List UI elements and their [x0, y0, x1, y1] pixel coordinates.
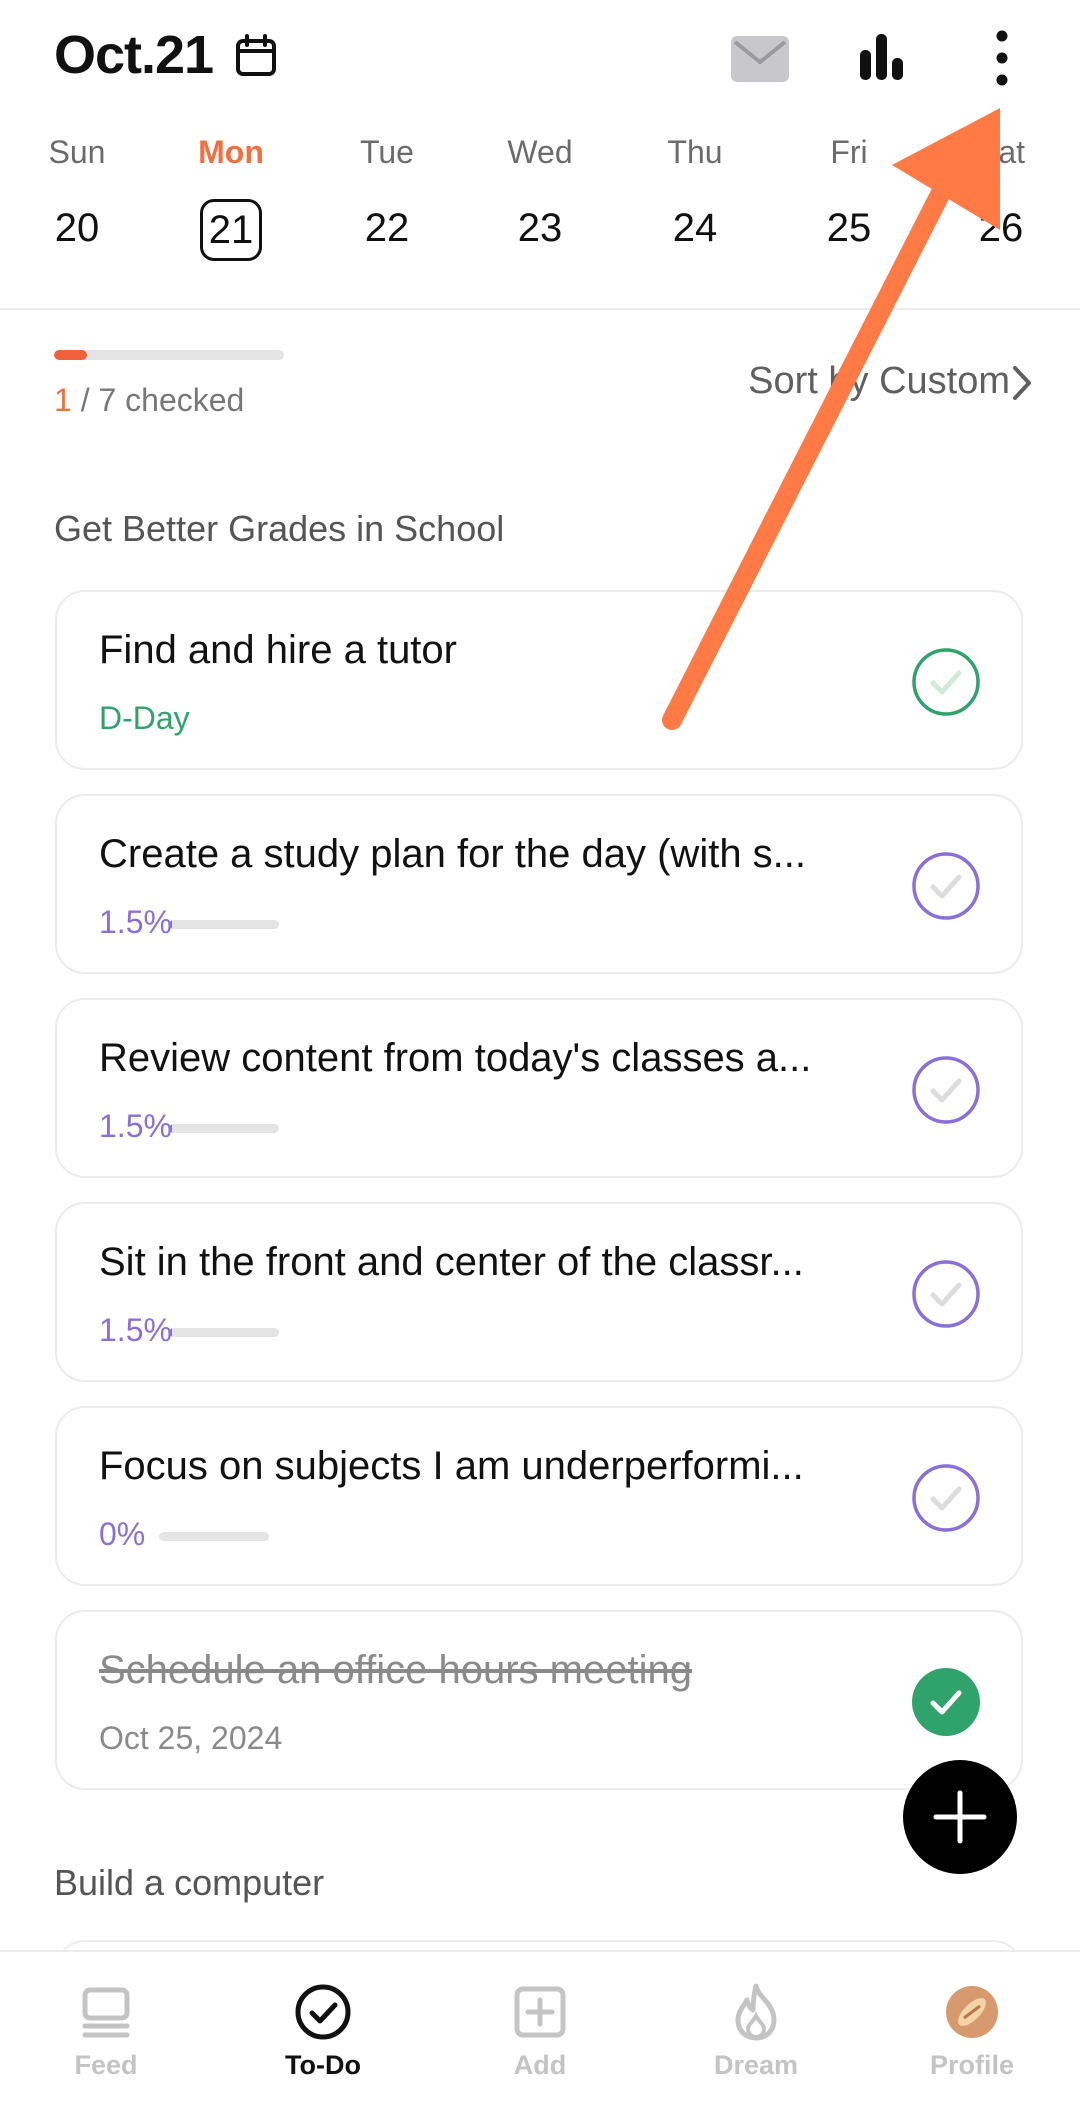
top-header: Oct.21 [0, 0, 1080, 120]
todo-title: Create a study plan for the day (with s.… [99, 832, 807, 876]
day-fri[interactable]: Fri 25 [789, 130, 909, 270]
day-sun[interactable]: Sun 20 [17, 130, 137, 270]
todo-percent: 0% [99, 1516, 146, 1552]
day-number: 20 [54, 206, 100, 250]
todo-card[interactable]: Find and hire a tutor D-Day [55, 590, 1023, 770]
day-number: 25 [826, 206, 872, 250]
todo-card[interactable]: Focus on subjects I am underperformi... … [55, 1406, 1023, 1586]
nav-label: Add [513, 2050, 567, 2080]
todo-card-completed[interactable]: Schedule an office hours meeting Oct 25,… [55, 1610, 1023, 1790]
day-name: Thu [667, 134, 723, 170]
section-title: Build a computer [54, 1862, 325, 1903]
nav-label: Feed [74, 2050, 138, 2080]
mail-icon[interactable] [731, 36, 789, 82]
day-mon[interactable]: Mon 21 [171, 130, 291, 270]
add-todo-button[interactable] [903, 1760, 1017, 1874]
avatar [946, 1986, 998, 2038]
check-circle-icon[interactable] [911, 1055, 981, 1125]
todo-title: Focus on subjects I am underperformi... [99, 1444, 804, 1488]
day-tue[interactable]: Tue 22 [327, 130, 447, 270]
flame-icon [735, 1983, 777, 2041]
todo-title: Review content from today's classes a... [99, 1036, 812, 1080]
todo-card[interactable]: Sit in the front and center of the class… [55, 1202, 1023, 1382]
date-title[interactable]: Oct.21 [54, 24, 214, 86]
nav-todo[interactable]: To-Do [233, 1982, 413, 2081]
todo-progress-bar [169, 920, 279, 929]
day-number: 23 [517, 206, 563, 250]
section-title: Get Better Grades in School [54, 508, 505, 549]
day-sat[interactable]: Sat 26 [941, 130, 1061, 270]
bottom-nav: Feed To-Do Add Dream Profile [0, 1950, 1080, 2120]
todo-date: Oct 25, 2024 [99, 1720, 283, 1756]
todo-title: Find and hire a tutor [99, 628, 457, 672]
todo-title: Sit in the front and center of the class… [99, 1240, 804, 1284]
todo-progress-fill [169, 920, 173, 929]
calendar-icon[interactable] [234, 34, 278, 78]
nav-add[interactable]: Add [450, 1982, 630, 2081]
day-name: Tue [360, 134, 414, 170]
checked-number: 1 [54, 382, 72, 418]
checked-count: 1 / 7 checked [54, 382, 244, 419]
todo-title: Schedule an office hours meeting [99, 1648, 692, 1692]
todo-card[interactable]: Review content from today's classes a...… [55, 998, 1023, 1178]
nav-profile[interactable]: Profile [882, 1982, 1062, 2081]
todo-percent: 1.5% [99, 1312, 172, 1348]
check-circle-icon[interactable] [911, 1463, 981, 1533]
daily-progress-fill [54, 350, 87, 360]
sort-button[interactable]: Sort by Custom [748, 360, 1010, 403]
chevron-right-icon[interactable] [1010, 364, 1034, 402]
todo-percent: 1.5% [99, 1108, 172, 1144]
checked-total-text: / 7 checked [71, 382, 245, 418]
feed-icon [82, 1987, 130, 2038]
day-name: Wed [507, 134, 573, 170]
todo-card[interactable]: Create a study plan for the day (with s.… [55, 794, 1023, 974]
day-number-selected: 21 [200, 199, 262, 261]
add-square-icon [514, 1986, 566, 2038]
day-name: Sun [48, 134, 106, 170]
todo-progress-fill [169, 1328, 173, 1337]
todo-check-icon [295, 1984, 351, 2040]
nav-label: Profile [929, 2050, 1015, 2080]
todo-due: D-Day [99, 700, 190, 736]
day-wed[interactable]: Wed 23 [480, 130, 600, 270]
day-number: 24 [672, 206, 718, 250]
day-thu[interactable]: Thu 24 [635, 130, 755, 270]
day-name: Sat [976, 134, 1026, 170]
day-name: Fri [830, 134, 868, 170]
check-circle-icon[interactable] [911, 1259, 981, 1329]
todo-percent: 1.5% [99, 904, 172, 940]
week-strip: Sun 20 Mon 21 Tue 22 Wed 23 Thu 24 Fri 2… [0, 130, 1080, 270]
day-number: 26 [978, 206, 1024, 250]
stats-icon[interactable] [858, 32, 906, 82]
todo-progress-bar [169, 1124, 279, 1133]
day-number: 22 [364, 206, 410, 250]
nav-dream[interactable]: Dream [666, 1982, 846, 2081]
divider [0, 308, 1080, 310]
plus-icon [933, 1790, 987, 1844]
nav-label: To-Do [285, 2050, 361, 2080]
daily-progress-bar [54, 350, 284, 360]
nav-label: Dream [713, 2050, 799, 2080]
day-name: Mon [198, 134, 264, 170]
nav-feed[interactable]: Feed [16, 1982, 196, 2081]
check-circle-icon[interactable] [911, 851, 981, 921]
todo-progress-fill [169, 1124, 173, 1133]
check-circle-icon[interactable] [911, 647, 981, 717]
more-vertical-icon[interactable] [990, 30, 1014, 86]
check-filled-icon[interactable] [911, 1667, 981, 1737]
todo-progress-bar [169, 1328, 279, 1337]
todo-progress-bar [159, 1532, 269, 1541]
